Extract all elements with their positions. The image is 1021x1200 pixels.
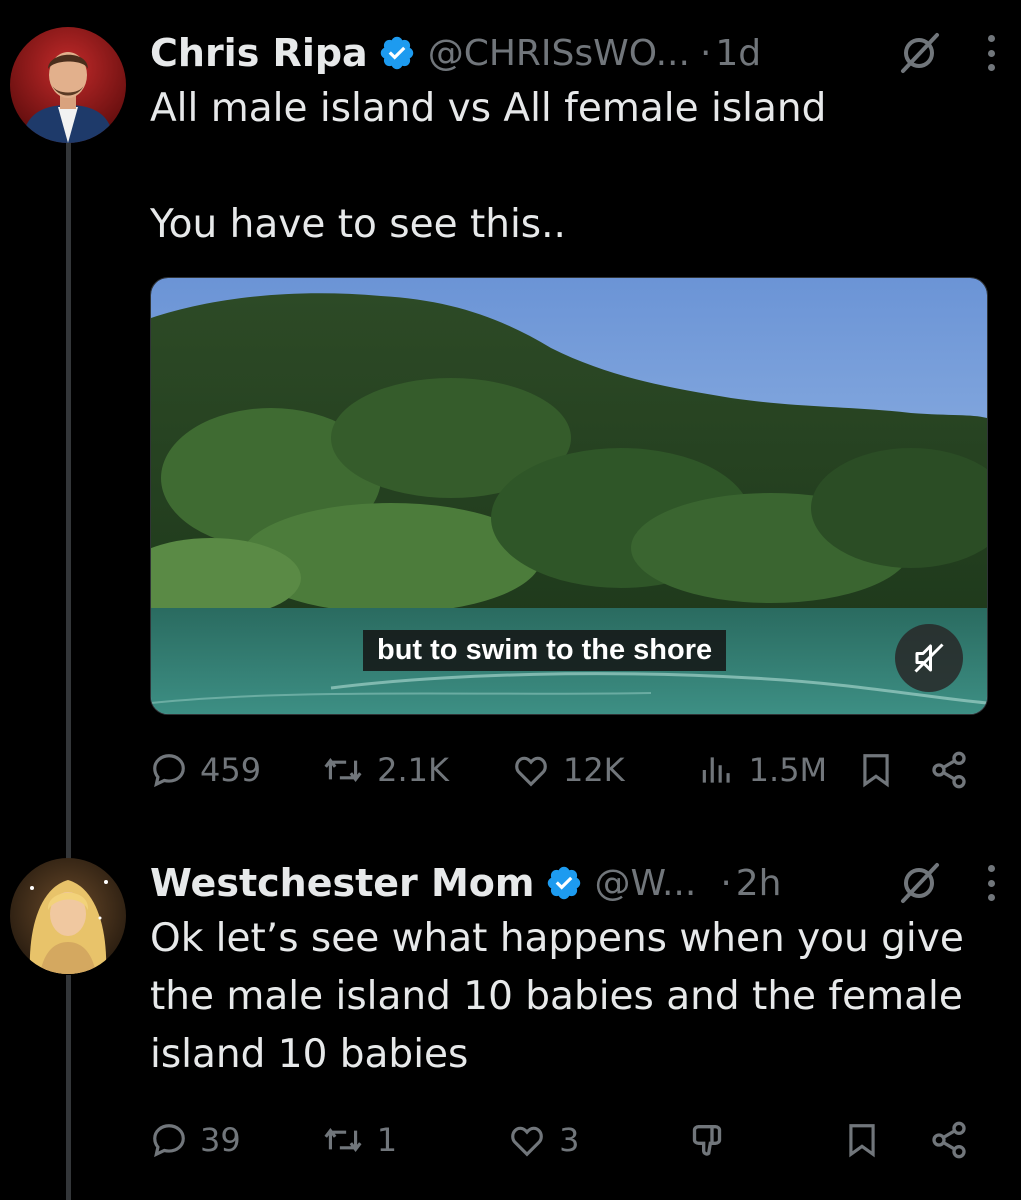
repost-button[interactable]: 2.1K: [321, 751, 449, 789]
author-name[interactable]: Westchester Mom: [150, 861, 535, 905]
share-button[interactable]: [929, 1120, 981, 1160]
separator-dot: ·: [720, 862, 732, 904]
like-button[interactable]: 3: [507, 1121, 579, 1159]
avatar[interactable]: [10, 27, 126, 143]
video-caption: but to swim to the shore: [363, 630, 727, 671]
timestamp[interactable]: 2h: [736, 863, 782, 904]
thread-line: [66, 140, 71, 860]
mute-icon: [914, 643, 944, 673]
views-count: 1.5M: [748, 751, 828, 789]
more-icon[interactable]: [981, 861, 1001, 905]
like-count: 12K: [562, 751, 625, 789]
share-button[interactable]: [929, 750, 981, 790]
views-icon: [702, 757, 730, 783]
tweet-text: Ok let’s see what happens when you give t…: [150, 910, 1001, 1084]
views-button[interactable]: 1.5M: [697, 751, 828, 789]
verified-badge-icon: [547, 866, 580, 900]
tweet-text-line: island 10 babies: [150, 1032, 469, 1077]
bookmark-button[interactable]: [857, 750, 907, 790]
more-icon[interactable]: [981, 31, 1001, 75]
bookmark-icon: [849, 1124, 875, 1158]
tweet-text-line: [150, 138, 1001, 196]
avatar-image: [10, 27, 126, 143]
tweet-text-line: Ok let’s see what happens when you give: [150, 916, 964, 961]
bookmark-button[interactable]: [843, 1120, 893, 1160]
mute-button[interactable]: [895, 624, 963, 692]
repost-count: 1: [376, 1121, 398, 1159]
grok-icon[interactable]: [897, 861, 941, 905]
author-name[interactable]: Chris Ripa: [150, 31, 368, 75]
repost-button[interactable]: 1: [321, 1121, 397, 1159]
timestamp[interactable]: 1d: [715, 33, 761, 74]
reply-count: 459: [200, 751, 262, 789]
bookmark-icon: [863, 754, 889, 788]
tweet-header: Westchester Mom @W... · 2h: [150, 858, 1001, 908]
grok-icon[interactable]: [897, 31, 941, 75]
like-icon: [511, 1126, 543, 1157]
reply-button[interactable]: 459: [150, 751, 261, 789]
avatar[interactable]: [10, 858, 126, 974]
reply-icon: [153, 1124, 185, 1158]
tweet-header: Chris Ripa @CHRISsWO... · 1d: [150, 28, 1001, 78]
author-handle[interactable]: @CHRISsWO...: [428, 33, 690, 74]
tweet-text-line: You have to see this..: [150, 202, 566, 247]
video-player[interactable]: but to swim to the shore: [150, 277, 988, 715]
repost-count: 2.1K: [377, 751, 449, 789]
tweet-text: All male island vs All female island You …: [150, 80, 1001, 254]
like-button[interactable]: 12K: [511, 751, 625, 789]
tweet-actions: 459 2.1K 12K 1.5M: [150, 745, 981, 795]
tweet-text-line: the male island 10 babies and the female: [150, 974, 963, 1019]
reply-icon: [153, 754, 185, 788]
reply-count: 39: [200, 1121, 241, 1159]
tweet-2[interactable]: Westchester Mom @W... · 2h Ok let’s see …: [150, 858, 1001, 1084]
repost-icon: [324, 757, 362, 783]
tweet-actions: 39 1 3: [150, 1115, 981, 1165]
separator-dot: ·: [699, 32, 712, 74]
share-icon: [932, 751, 966, 789]
tweet-text-line: All male island vs All female island: [150, 86, 827, 131]
downvote-button[interactable]: [687, 1120, 739, 1160]
like-icon: [515, 756, 547, 787]
author-handle[interactable]: @W...: [595, 863, 697, 904]
reply-button[interactable]: 39: [150, 1121, 241, 1159]
tweet-1[interactable]: Chris Ripa @CHRISsWO... · 1d All male is…: [150, 28, 1001, 254]
thread-line-lower: [66, 975, 71, 1200]
avatar-image: [10, 858, 126, 974]
repost-icon: [324, 1127, 362, 1153]
share-icon: [932, 1121, 966, 1159]
verified-badge-icon: [380, 36, 413, 70]
downvote-icon: [693, 1125, 722, 1156]
like-count: 3: [559, 1121, 580, 1159]
